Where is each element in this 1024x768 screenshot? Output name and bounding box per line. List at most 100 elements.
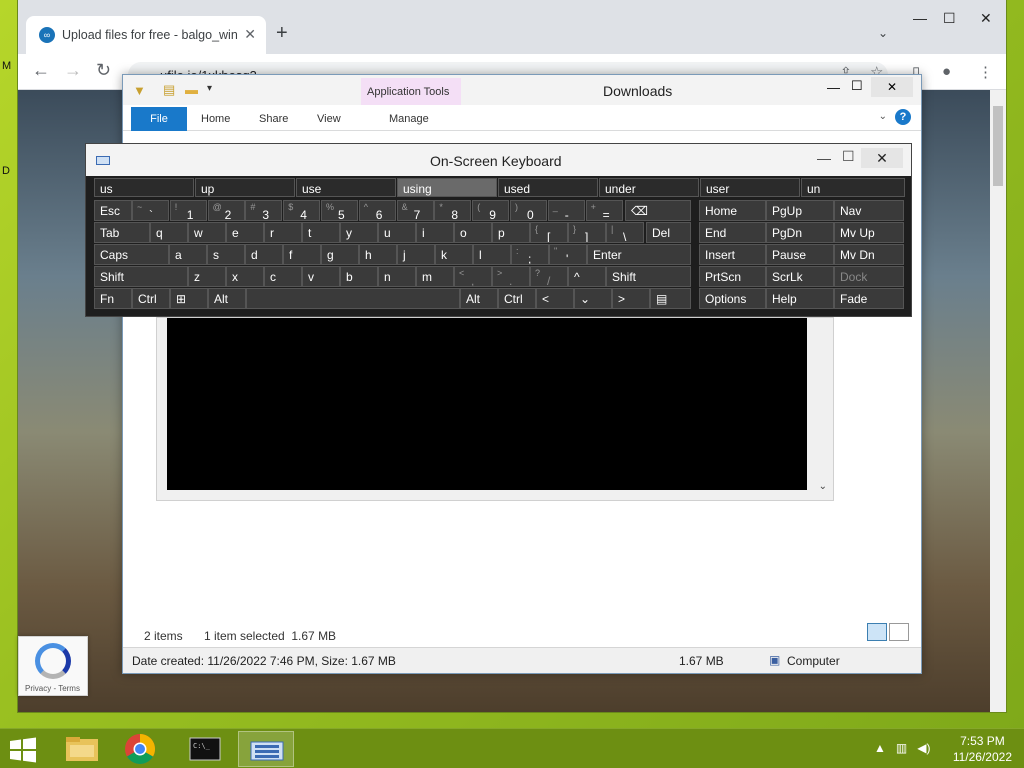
tab-view[interactable]: View [317, 113, 341, 125]
key-insert[interactable]: Insert [699, 244, 766, 265]
key-\[interactable]: | \ [606, 222, 644, 243]
key-alt-left[interactable]: Alt [208, 288, 246, 309]
scrollbar-thumb[interactable] [993, 106, 1003, 186]
key-8[interactable]: * 8 [434, 200, 472, 221]
key-l[interactable]: l [473, 244, 511, 265]
key-4[interactable]: $4 [283, 200, 321, 221]
key-pause[interactable]: Pause [766, 244, 834, 265]
key-y[interactable]: y [340, 222, 378, 243]
key-windows[interactable]: ⊞ [170, 288, 208, 309]
prediction-us[interactable]: us [94, 178, 194, 197]
back-arrow-icon[interactable]: ← [32, 60, 50, 81]
key-q[interactable]: q [150, 222, 188, 243]
scroll-down-chevron-icon[interactable]: ⌄ [819, 481, 827, 492]
file-explorer-taskbar-icon[interactable] [54, 731, 110, 767]
prediction-using[interactable]: using [397, 178, 497, 197]
prediction-under[interactable]: under [599, 178, 699, 197]
key-2[interactable]: @2 [207, 200, 245, 221]
key-space[interactable] [246, 288, 460, 309]
forward-arrow-icon[interactable]: → [64, 60, 82, 81]
clock[interactable]: 7:53 PM 11/26/2022 [953, 733, 1012, 765]
key-esc[interactable]: Esc [94, 200, 132, 221]
key-][interactable]: }] [568, 222, 606, 243]
tab-manage[interactable]: Manage [389, 113, 429, 125]
key-help[interactable]: Help [766, 288, 834, 309]
tab-share[interactable]: Share [259, 113, 288, 125]
network-icon[interactable]: ▥ [896, 741, 907, 755]
osk-close-button[interactable]: ✕ [861, 148, 903, 168]
menu-kebab-icon[interactable]: ⋮ [978, 63, 993, 81]
key-0[interactable]: ) 0 [510, 200, 547, 221]
key-9[interactable]: (9 [472, 200, 510, 221]
recaptcha-badge[interactable]: Privacy - Terms [18, 636, 88, 696]
volume-icon[interactable]: ◀) [917, 741, 930, 755]
key-scrlk[interactable]: ScrLk [766, 266, 834, 287]
key-dock[interactable]: Dock [834, 266, 904, 287]
reload-icon[interactable]: ↻ [96, 60, 111, 81]
key-fade[interactable]: Fade [834, 288, 904, 309]
details-view-icon[interactable] [867, 623, 887, 641]
key-context-menu[interactable]: ▤ [650, 288, 691, 309]
key-t[interactable]: t [302, 222, 340, 243]
key-ctrl-left[interactable]: Ctrl [132, 288, 170, 309]
key-ctrl-right[interactable]: Ctrl [498, 288, 536, 309]
key-pgdn[interactable]: PgDn [766, 222, 834, 243]
prediction-user[interactable]: user [700, 178, 800, 197]
key-slash[interactable]: ? / [530, 266, 568, 287]
explorer-close-button[interactable]: ✕ [871, 77, 913, 97]
key-j[interactable]: j [397, 244, 435, 265]
key-arrow-right[interactable]: > [612, 288, 650, 309]
explorer-maximize-button[interactable]: ☐ [851, 78, 863, 94]
key-f[interactable]: f [283, 244, 321, 265]
key-c[interactable]: c [264, 266, 302, 287]
key-v[interactable]: v [302, 266, 340, 287]
key-3[interactable]: #3 [245, 200, 283, 221]
page-scrollbar[interactable] [990, 90, 1006, 712]
key-m[interactable]: m [416, 266, 454, 287]
key-semicolon[interactable]: :; [511, 244, 549, 265]
key-mvup[interactable]: Mv Up [834, 222, 904, 243]
key-s[interactable]: s [207, 244, 245, 265]
key-prtscn[interactable]: PrtScn [699, 266, 766, 287]
browser-tab[interactable]: ∞ Upload files for free - balgo_win ✕ [26, 16, 266, 54]
key-a[interactable]: a [169, 244, 207, 265]
close-button[interactable]: ✕ [980, 10, 992, 27]
key-arrow-left[interactable]: < [536, 288, 574, 309]
key-d[interactable]: d [245, 244, 283, 265]
key-6[interactable]: ^ 6 [358, 200, 396, 221]
show-hidden-icons-icon[interactable]: ▲ [874, 741, 886, 755]
key-5[interactable]: % 5 [321, 200, 358, 221]
key-caps[interactable]: Caps [94, 244, 169, 265]
command-prompt-taskbar-icon[interactable]: C:\_ [178, 731, 234, 767]
tab-home[interactable]: Home [201, 113, 230, 125]
key-period[interactable]: >. [492, 266, 530, 287]
windows-start-icon[interactable] [8, 737, 38, 763]
key-b[interactable]: b [340, 266, 378, 287]
key-h[interactable]: h [359, 244, 397, 265]
key-[[interactable]: {[ [530, 222, 568, 243]
maximize-button[interactable]: ☐ [943, 10, 956, 27]
new-folder-icon[interactable]: ▬ [185, 82, 198, 97]
key-g[interactable]: g [321, 244, 359, 265]
tab-search-chevron-icon[interactable]: ⌄ [878, 26, 888, 40]
key-=[interactable]: + = [585, 200, 623, 221]
key-n[interactable]: n [378, 266, 416, 287]
key-tab[interactable]: Tab [94, 222, 150, 243]
key-home[interactable]: Home [699, 200, 766, 221]
key-k[interactable]: k [435, 244, 473, 265]
key-7[interactable]: & 7 [396, 200, 434, 221]
key-u[interactable]: u [378, 222, 416, 243]
chrome-taskbar-icon[interactable] [112, 731, 168, 767]
prediction-un[interactable]: un [801, 178, 905, 197]
key-arrow-up[interactable]: ^ [568, 266, 606, 287]
recaptcha-footer[interactable]: Privacy - Terms [25, 684, 80, 693]
key-p[interactable]: p [492, 222, 530, 243]
new-tab-button[interactable]: + [276, 22, 288, 45]
key-x[interactable]: x [226, 266, 264, 287]
quick-access-folder-icon[interactable]: ▼ [133, 83, 146, 98]
key-shift-right[interactable]: Shift [606, 266, 691, 287]
key-shift-left[interactable]: Shift [94, 266, 188, 287]
tab-close-icon[interactable]: ✕ [244, 26, 256, 43]
key-mvdn[interactable]: Mv Dn [834, 244, 904, 265]
key-z[interactable]: z [188, 266, 226, 287]
